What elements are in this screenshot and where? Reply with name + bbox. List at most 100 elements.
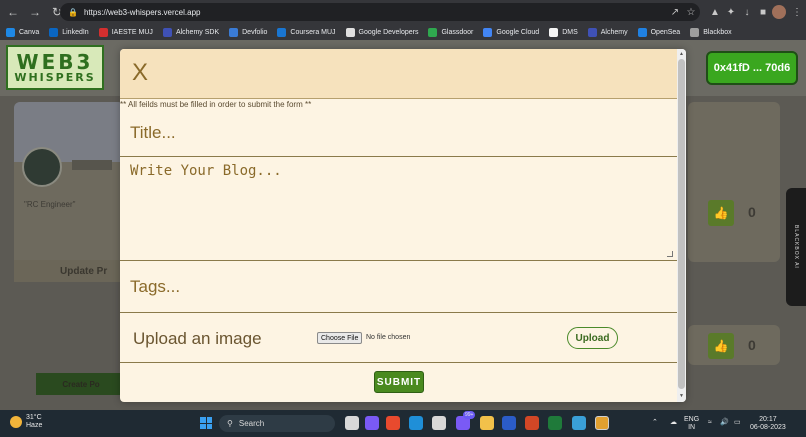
post-card: 👍 0 [688,325,780,365]
powerpoint-icon[interactable] [525,416,539,430]
bookmark-label: LinkedIn [62,28,89,36]
file-explorer-icon[interactable] [480,416,494,430]
download-icon[interactable]: ↓ [740,5,754,19]
bookmark-favicon-icon [98,27,108,37]
close-button[interactable]: X [132,59,148,87]
back-icon[interactable]: ← [4,3,22,21]
profile-card: "RC Engineer" [14,102,124,282]
bookmark-favicon-icon [345,27,355,37]
bookmark-label: Devfolio [242,28,268,36]
bookmark-item[interactable]: Canva [6,27,40,37]
bookmark-item[interactable]: DMS [549,27,578,37]
task-view-icon[interactable] [345,416,359,430]
notification-badge: 99+ [463,411,476,419]
wifi-icon[interactable]: ≈ [708,419,712,427]
form-note: ** All feilds must be filled in order to… [120,100,312,109]
metamask-icon[interactable]: ▲ [708,5,722,19]
bookmark-item[interactable]: Alchemy SDK [162,27,219,37]
language-indicator[interactable]: ENG IN [684,416,699,432]
bookmark-item[interactable]: OpenSea [637,27,681,37]
scroll-up-icon[interactable]: ▲ [679,51,684,57]
bookmark-favicon-icon [587,27,597,37]
forward-icon[interactable]: → [26,3,44,21]
weather-widget[interactable]: 31°C Haze [10,414,42,430]
menu-icon[interactable]: ⋮ [790,5,804,19]
url-text: https://web3-whispers.vercel.app [83,7,201,17]
update-profile-button[interactable]: Update Pr [14,260,124,282]
create-post-button[interactable]: Create Po [36,373,126,395]
address-bar[interactable]: 🔒 https://web3-whispers.vercel.app [60,3,700,21]
bookmark-label: DMS [562,28,578,36]
app-icon[interactable] [386,416,400,430]
battery-icon[interactable]: ▭ [734,419,741,427]
modal-header: X [120,49,677,99]
bookmark-label: IAESTE MUJ [111,28,153,36]
title-input[interactable]: Title... [120,111,677,157]
windows-taskbar: 31°C Haze ⚲ Search ⌃ ☁ ENG IN ≈ 🔊 ▭ 20:1… [0,410,806,437]
tray-chevron-icon[interactable]: ⌃ [652,419,658,427]
scroll-down-icon[interactable]: ▼ [679,393,684,399]
word-icon[interactable] [502,416,516,430]
browser-toolbar: ← → ↻ 🔒 https://web3-whispers.vercel.app… [0,0,806,24]
bookmark-item[interactable]: Devfolio [229,27,268,37]
bookmark-item[interactable]: LinkedIn [49,27,89,37]
cloud-icon[interactable]: ☁ [670,419,677,427]
volume-icon[interactable]: 🔊 [720,419,729,427]
bookmark-favicon-icon [162,27,172,37]
edge-icon[interactable] [409,416,423,430]
search-icon: ⚲ [227,419,233,428]
title-placeholder: Title... [130,123,176,142]
avatar [22,147,62,187]
profile-avatar-icon[interactable] [772,5,786,19]
site-logo[interactable]: WEB3 WHISPERS [6,45,104,90]
resize-handle-icon[interactable] [667,251,673,257]
blog-textarea[interactable]: Write Your Blog... [120,157,677,261]
store-icon[interactable] [432,416,446,430]
bookmark-favicon-icon [49,27,59,37]
extensions-icon[interactable]: ✦ [724,5,738,19]
share-icon[interactable]: ↗ [668,5,682,19]
lang-primary: ENG [684,416,700,423]
bookmark-favicon-icon [6,27,15,37]
thumbs-up-icon[interactable]: 👍 [708,333,734,359]
chrome-icon[interactable] [595,416,609,430]
bookmark-label: Alchemy [600,28,628,36]
choose-file-button[interactable]: Choose File [317,332,363,344]
excel-icon[interactable] [548,416,562,430]
bookmark-label: Canva [19,28,40,36]
file-status: No file chosen [366,334,411,341]
bookmark-item[interactable]: Blackbox [690,27,732,37]
post-card: 👍 0 [688,102,780,262]
tags-input[interactable]: Tags... [120,261,677,313]
bookmark-item[interactable]: IAESTE MUJ [98,27,153,37]
search-label: Search [238,419,265,428]
wallet-address-button[interactable]: 0x41fD ... 70d6 [706,51,798,85]
bookmark-favicon-icon [637,27,647,37]
bookmark-item[interactable]: Google Developers [345,27,418,37]
bookmark-item[interactable]: Glassdoor [428,27,474,37]
clock[interactable]: 20:17 06-08-2023 [750,416,786,432]
windows-start-icon[interactable] [200,417,212,429]
tags-placeholder: Tags... [130,277,181,296]
upload-button[interactable]: Upload [567,327,618,349]
sidepanel-icon[interactable]: ■ [756,5,770,19]
page-viewport: WEB3 WHISPERS 0x41fD ... 70d6 "RC Engine… [0,40,806,410]
bookmark-item[interactable]: Coursera MUJ [277,27,336,37]
taskbar-search[interactable]: ⚲ Search [219,415,335,432]
submit-button[interactable]: SUBMIT [374,371,424,393]
bookmark-item[interactable]: Alchemy [587,27,628,37]
blackbox-ai-tab[interactable]: BLACKBOX AI [786,188,806,306]
profile-name [72,160,112,170]
temperature: 31°C [26,414,42,421]
bookmark-item[interactable]: Google Cloud [483,27,539,37]
bookmarks-bar: Canva LinkedIn IAESTE MUJ Alchemy SDK Devfol… [0,24,806,40]
teams-icon[interactable] [365,416,379,430]
thumbs-up-icon[interactable]: 👍 [708,200,734,226]
bookmark-label: Glassdoor [441,28,474,36]
bookmark-label: OpenSea [650,28,681,36]
vscode-icon[interactable] [572,416,586,430]
scrollbar-thumb[interactable] [678,59,685,389]
bookmark-star-icon[interactable]: ☆ [684,5,698,19]
lang-region: IN [688,424,696,431]
bookmark-favicon-icon [549,27,559,37]
